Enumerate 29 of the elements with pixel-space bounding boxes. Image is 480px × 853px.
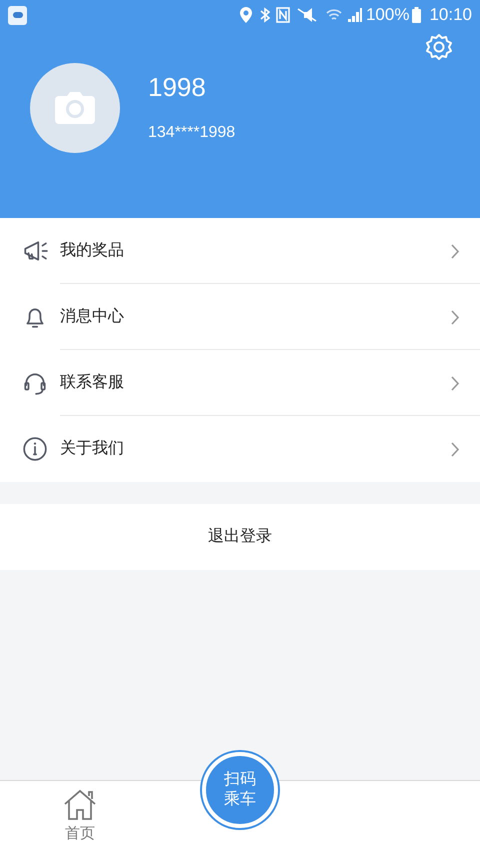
info-icon — [22, 436, 48, 462]
battery-icon — [412, 7, 422, 23]
mute-icon — [296, 7, 318, 23]
logout-button[interactable]: 退出登录 — [0, 504, 480, 570]
menu-item[interactable]: 消息中心 — [0, 284, 480, 350]
menu-item[interactable]: 联系客服 — [0, 350, 480, 416]
menu-item[interactable]: 关于我们 — [0, 416, 480, 482]
camera-icon — [55, 92, 95, 124]
home-icon — [62, 789, 98, 821]
chevron-right-icon — [451, 244, 460, 258]
menu-label: 关于我们 — [60, 438, 125, 459]
nfc-icon — [276, 7, 290, 23]
battery-percent: 100% — [366, 4, 410, 26]
home-tab[interactable]: 首页 — [0, 781, 160, 853]
chevron-right-icon — [451, 442, 460, 456]
menu-label: 我的奖品 — [60, 240, 125, 261]
location-icon — [240, 7, 252, 23]
app-icon — [8, 6, 27, 24]
chevron-right-icon — [451, 310, 460, 324]
user-name: 1998 — [148, 71, 207, 103]
bluetooth-icon — [260, 7, 270, 23]
menu-item[interactable]: 我的奖品 — [0, 218, 480, 284]
clock: 10:10 — [429, 4, 472, 26]
settings-icon[interactable] — [425, 33, 453, 61]
menu-label: 联系客服 — [60, 372, 125, 393]
chevron-right-icon — [451, 376, 460, 390]
signal-icon — [348, 8, 362, 22]
menu-label: 消息中心 — [60, 306, 125, 327]
phone-number: 134****1998 — [148, 123, 236, 143]
